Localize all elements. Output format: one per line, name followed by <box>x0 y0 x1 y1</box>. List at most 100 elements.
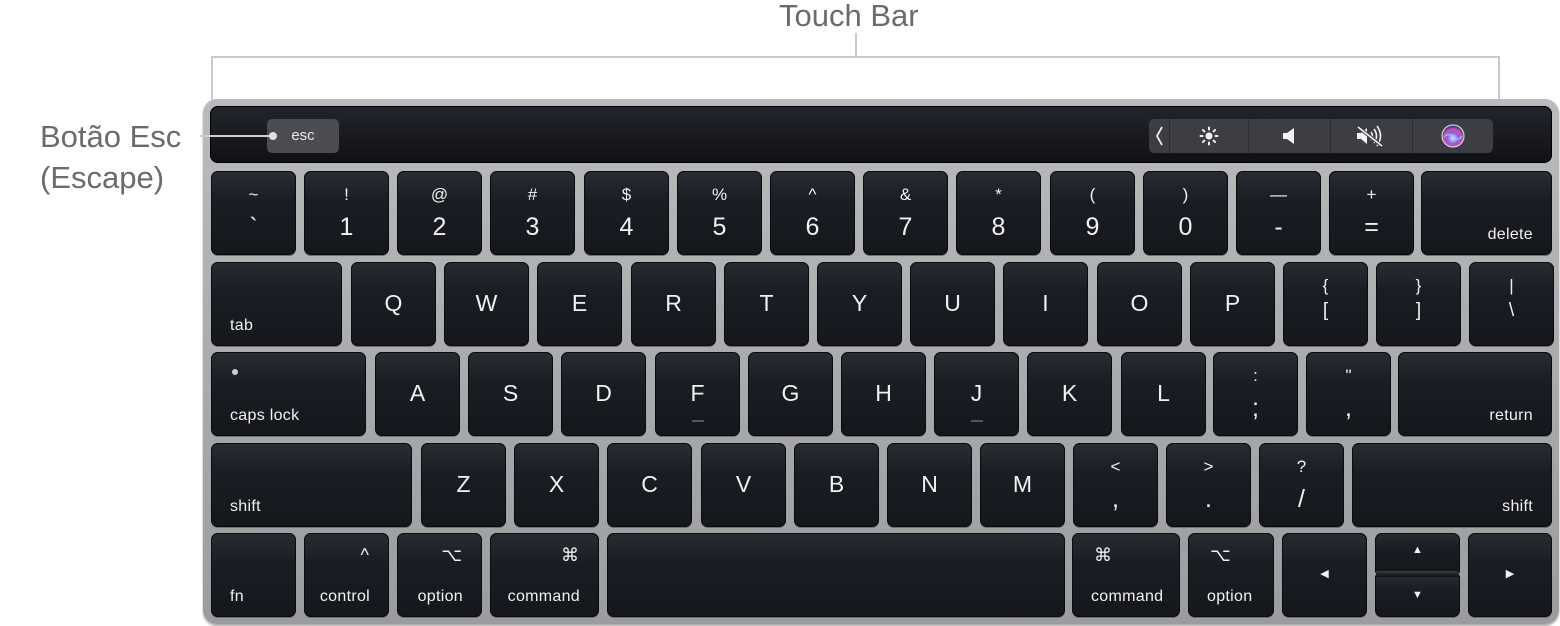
key-z[interactable]: Z <box>421 443 506 527</box>
siri-button[interactable] <box>1411 119 1493 153</box>
key-option-left[interactable]: ⌥ option <box>397 533 482 617</box>
key-9[interactable]: (9 <box>1050 171 1135 255</box>
key-shift-symbol: & <box>899 185 912 204</box>
key-a[interactable]: A <box>375 352 460 436</box>
key-d[interactable]: D <box>561 352 646 436</box>
mute-icon <box>1357 125 1384 147</box>
key-symbol: - <box>1274 213 1283 241</box>
key-shift-symbol: | <box>1509 276 1514 295</box>
key-7[interactable]: & 7 <box>863 171 948 255</box>
key-control[interactable]: ^ control <box>304 533 389 617</box>
key-e[interactable]: E <box>537 262 622 346</box>
volume-button[interactable] <box>1247 119 1330 153</box>
key-letter: G <box>781 380 800 406</box>
key-arrow-left[interactable]: ◀ <box>1282 533 1367 617</box>
key-shift-symbol: ( <box>1089 185 1096 204</box>
key-punct-bottom-1[interactable]: >. <box>1166 443 1251 527</box>
control-strip-expand-button[interactable] <box>1149 119 1169 153</box>
key-letter: R <box>665 290 682 316</box>
key-1[interactable]: ! 1 <box>304 171 389 255</box>
key-punct-bottom-0[interactable]: <, <box>1073 443 1158 527</box>
key-punct-1[interactable]: ", <box>1306 352 1391 436</box>
key-q[interactable]: Q <box>351 262 436 346</box>
key-letter: D <box>595 380 612 406</box>
key-shift-right[interactable]: shift <box>1352 443 1552 527</box>
key-8[interactable]: * 8 <box>956 171 1041 255</box>
key-letter: Z <box>456 471 471 497</box>
mute-button[interactable] <box>1329 119 1412 153</box>
key-symbol: / <box>1298 485 1305 513</box>
key-letter: M <box>1012 471 1033 497</box>
key-symbol: 4 <box>619 213 634 241</box>
key-6[interactable]: ^ 6 <box>770 171 855 255</box>
key-n[interactable]: N <box>887 443 972 527</box>
key-x[interactable]: X <box>514 443 599 527</box>
key-b[interactable]: B <box>794 443 879 527</box>
key-u[interactable]: U <box>910 262 995 346</box>
key-m[interactable]: M <box>980 443 1065 527</box>
key-backtick[interactable]: ~ ` <box>211 171 296 255</box>
key-shift-symbol: ? <box>1296 457 1307 476</box>
key-f[interactable]: F <box>655 352 740 436</box>
key-label: shift <box>230 498 261 515</box>
key-command-left[interactable]: ⌘ command <box>490 533 599 617</box>
key-o[interactable]: O <box>1097 262 1182 346</box>
key-delete[interactable]: delete <box>1421 171 1552 255</box>
key-3[interactable]: #3 <box>490 171 575 255</box>
key-0[interactable]: ) 0 <box>1143 171 1228 255</box>
key-r[interactable]: R <box>631 262 716 346</box>
key-tab[interactable]: tab <box>211 262 342 346</box>
key-letter: N <box>921 471 938 497</box>
key-symbol: \ <box>1508 300 1515 321</box>
key-g[interactable]: G <box>748 352 833 436</box>
key-s[interactable]: S <box>468 352 553 436</box>
key-label: caps lock <box>230 407 300 424</box>
key-h[interactable]: H <box>841 352 926 436</box>
key-5[interactable]: % 5 <box>677 171 762 255</box>
key-label: fn <box>230 588 244 605</box>
key-l[interactable]: L <box>1121 352 1206 436</box>
key-shift-symbol: " <box>1345 366 1352 385</box>
key-v[interactable]: V <box>701 443 786 527</box>
siri-icon <box>1441 124 1465 148</box>
key-shift-symbol: * <box>995 185 1002 204</box>
key-k[interactable]: K <box>1027 352 1112 436</box>
key-symbol: ; <box>1252 394 1259 422</box>
key-p[interactable]: P <box>1190 262 1275 346</box>
key-label: shift <box>1502 498 1533 515</box>
key-w[interactable]: W <box>444 262 529 346</box>
key-return[interactable]: return <box>1398 352 1552 436</box>
key-arrow-right[interactable]: ▶ <box>1468 533 1552 617</box>
key-arrow-down[interactable]: ▼ <box>1375 575 1460 617</box>
key-bracket-1[interactable]: }] <box>1376 262 1461 346</box>
key-bracket-2[interactable]: | \ <box>1469 262 1554 346</box>
caps-lock-indicator-icon <box>232 369 238 375</box>
key-2[interactable]: @2 <box>397 171 482 255</box>
key-=[interactable]: + = <box>1329 171 1414 255</box>
key-i[interactable]: I <box>1003 262 1088 346</box>
key-fn[interactable]: fn <box>211 533 296 617</box>
key-y[interactable]: Y <box>817 262 902 346</box>
key-letter: P <box>1224 290 1241 316</box>
key-symbol: 1 <box>339 213 354 241</box>
command-icon: ⌘ <box>561 545 579 565</box>
key-t[interactable]: T <box>724 262 809 346</box>
key-letter: U <box>944 290 961 316</box>
key-option-right[interactable]: ⌥ option <box>1188 533 1274 617</box>
key--[interactable]: — - <box>1236 171 1321 255</box>
key-space[interactable] <box>607 533 1065 617</box>
touch-bar-esc-button[interactable]: esc <box>267 119 339 153</box>
brightness-button[interactable] <box>1168 119 1248 153</box>
key-punct-0[interactable]: :; <box>1213 352 1298 436</box>
key-shift-left[interactable]: shift <box>211 443 412 527</box>
key-shift-symbol: # <box>527 185 538 204</box>
key-shift-symbol: ! <box>344 185 349 204</box>
key-punct-bottom-2[interactable]: ? / <box>1259 443 1344 527</box>
key-c[interactable]: C <box>607 443 692 527</box>
key-caps-lock[interactable]: caps lock <box>211 352 366 436</box>
key-bracket-0[interactable]: {[ <box>1283 262 1368 346</box>
key-command-right[interactable]: ⌘ command <box>1072 533 1180 617</box>
key-4[interactable]: $4 <box>584 171 669 255</box>
key-arrow-up[interactable]: ▲ <box>1375 533 1460 573</box>
key-j[interactable]: J <box>934 352 1019 436</box>
